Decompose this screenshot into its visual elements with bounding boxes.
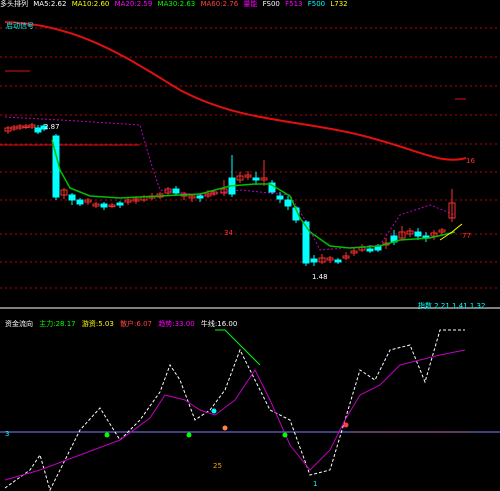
candle-body-39: [310, 258, 318, 263]
sub-mark-1: 3: [5, 430, 10, 438]
signal-tag: 启动信号: [6, 22, 34, 30]
signal-dot-6: [222, 425, 228, 431]
signal-dot-4: [211, 408, 217, 414]
candle-body-5: [34, 127, 42, 133]
candle-body-47: [374, 246, 382, 251]
candle-body-22: [172, 188, 180, 194]
price-high-label: 2.87: [44, 123, 60, 131]
candle-body-32: [252, 177, 260, 181]
legend-bull: 牛线:16.00: [200, 320, 238, 328]
legend-main: 主力:28.17: [39, 320, 76, 328]
mid-label: 34: [224, 229, 233, 237]
sub-mark-2: 25: [213, 462, 222, 470]
ma60-curve: [4, 21, 467, 161]
candle-body-35: [276, 195, 284, 200]
white-line: [4, 329, 465, 491]
right-label-bottom: 77: [462, 232, 471, 240]
candle-body-52: [414, 231, 422, 237]
legend-hot: 游资:5.03: [81, 320, 114, 328]
candle-body-13: [100, 203, 108, 208]
grid-lines: [0, 27, 500, 433]
price-low-label: 1.48: [312, 273, 328, 281]
sub-legend: 资金流向 主力:28.17 游资:5.03 散户:6.07 趋势:33.00 牛…: [5, 320, 237, 329]
candle-body-36: [284, 199, 292, 207]
candle-body-42: [334, 259, 342, 263]
right-label-top: 16: [466, 157, 475, 165]
oscillator-panel: [4, 329, 466, 491]
legend-trend: 趋势:33.00: [158, 320, 195, 328]
candle-body-46: [366, 248, 374, 252]
sub-right-label: 指数 2.21 1.41 1.32: [418, 302, 486, 310]
green-segment: [215, 329, 261, 366]
candle-body-15: [116, 202, 124, 206]
chart-canvas[interactable]: [0, 0, 500, 491]
candle-body-25: [196, 195, 204, 199]
ma30-line: [51, 139, 456, 249]
signal-dot-5: [343, 422, 349, 428]
ma60-line: [4, 21, 467, 161]
legend-retail: 散户:6.07: [120, 320, 153, 328]
purple-line: [4, 349, 466, 481]
candle-body-9: [68, 194, 76, 201]
signal-dot-2: [186, 432, 192, 438]
legend-title: 资金流向: [5, 320, 33, 328]
signal-dot-3: [282, 432, 288, 438]
signal-dot-1: [104, 432, 110, 438]
candle-body-10: [76, 199, 84, 205]
sub-mark-3: 1: [313, 480, 318, 488]
